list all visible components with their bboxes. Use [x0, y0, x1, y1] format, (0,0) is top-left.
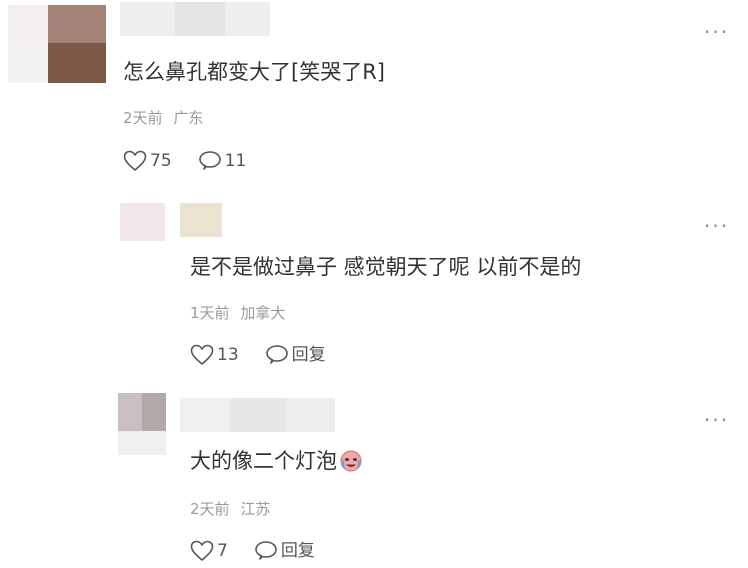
heart-icon [190, 540, 214, 561]
avatar[interactable] [8, 5, 106, 83]
more-icon[interactable]: ··· [704, 216, 729, 236]
comment-date: 2天前 [123, 109, 163, 127]
comment-date: 1天前 [190, 304, 230, 322]
comment-meta: 2天前 广东 [123, 108, 203, 128]
comment-actions: 7 回复 [190, 540, 315, 562]
comment-actions: 75 11 [123, 150, 246, 172]
username-blurred[interactable] [120, 2, 270, 36]
username-blurred[interactable] [180, 203, 222, 237]
comment-text: 大的像二个灯泡 [190, 447, 363, 475]
like-button[interactable]: 75 [123, 150, 172, 172]
comment-text-body: 大的像二个灯泡 [190, 449, 337, 473]
more-icon[interactable]: ··· [704, 22, 729, 42]
comment-meta: 1天前 加拿大 [190, 303, 285, 323]
like-count: 75 [150, 151, 172, 171]
comment-bubble-icon [265, 345, 288, 364]
reply-button[interactable]: 回复 [265, 344, 326, 366]
like-button[interactable]: 13 [190, 344, 239, 366]
comment-location: 广东 [173, 109, 204, 127]
heart-icon [123, 150, 147, 171]
crying-face-emoji-icon [340, 450, 362, 472]
comment-text: 怎么鼻孔都变大了[笑哭了R] [123, 60, 385, 84]
reply-count: 11 [224, 151, 247, 171]
avatar[interactable] [118, 393, 166, 455]
reply-button[interactable]: 回复 [254, 540, 315, 562]
username-blurred[interactable] [180, 398, 335, 432]
comment-bubble-icon [198, 151, 221, 170]
reply-label: 回复 [280, 541, 315, 561]
comment-actions: 13 回复 [190, 344, 326, 366]
comment-meta: 2天前 江苏 [190, 499, 270, 519]
comment-location: 加拿大 [240, 304, 286, 322]
avatar[interactable] [120, 203, 165, 241]
comment-location: 江苏 [240, 500, 271, 518]
comment-bubble-icon [255, 541, 277, 560]
like-button[interactable]: 7 [190, 540, 228, 562]
reply-label: 回复 [291, 345, 326, 365]
like-count: 7 [217, 541, 228, 561]
comment-text: 是不是做过鼻子 感觉朝天了呢 以前不是的 [190, 255, 582, 279]
reply-button[interactable]: 11 [198, 150, 247, 172]
like-count: 13 [217, 345, 239, 365]
more-icon[interactable]: ··· [704, 410, 729, 430]
heart-icon [190, 344, 214, 365]
comment-date: 2天前 [190, 500, 230, 518]
